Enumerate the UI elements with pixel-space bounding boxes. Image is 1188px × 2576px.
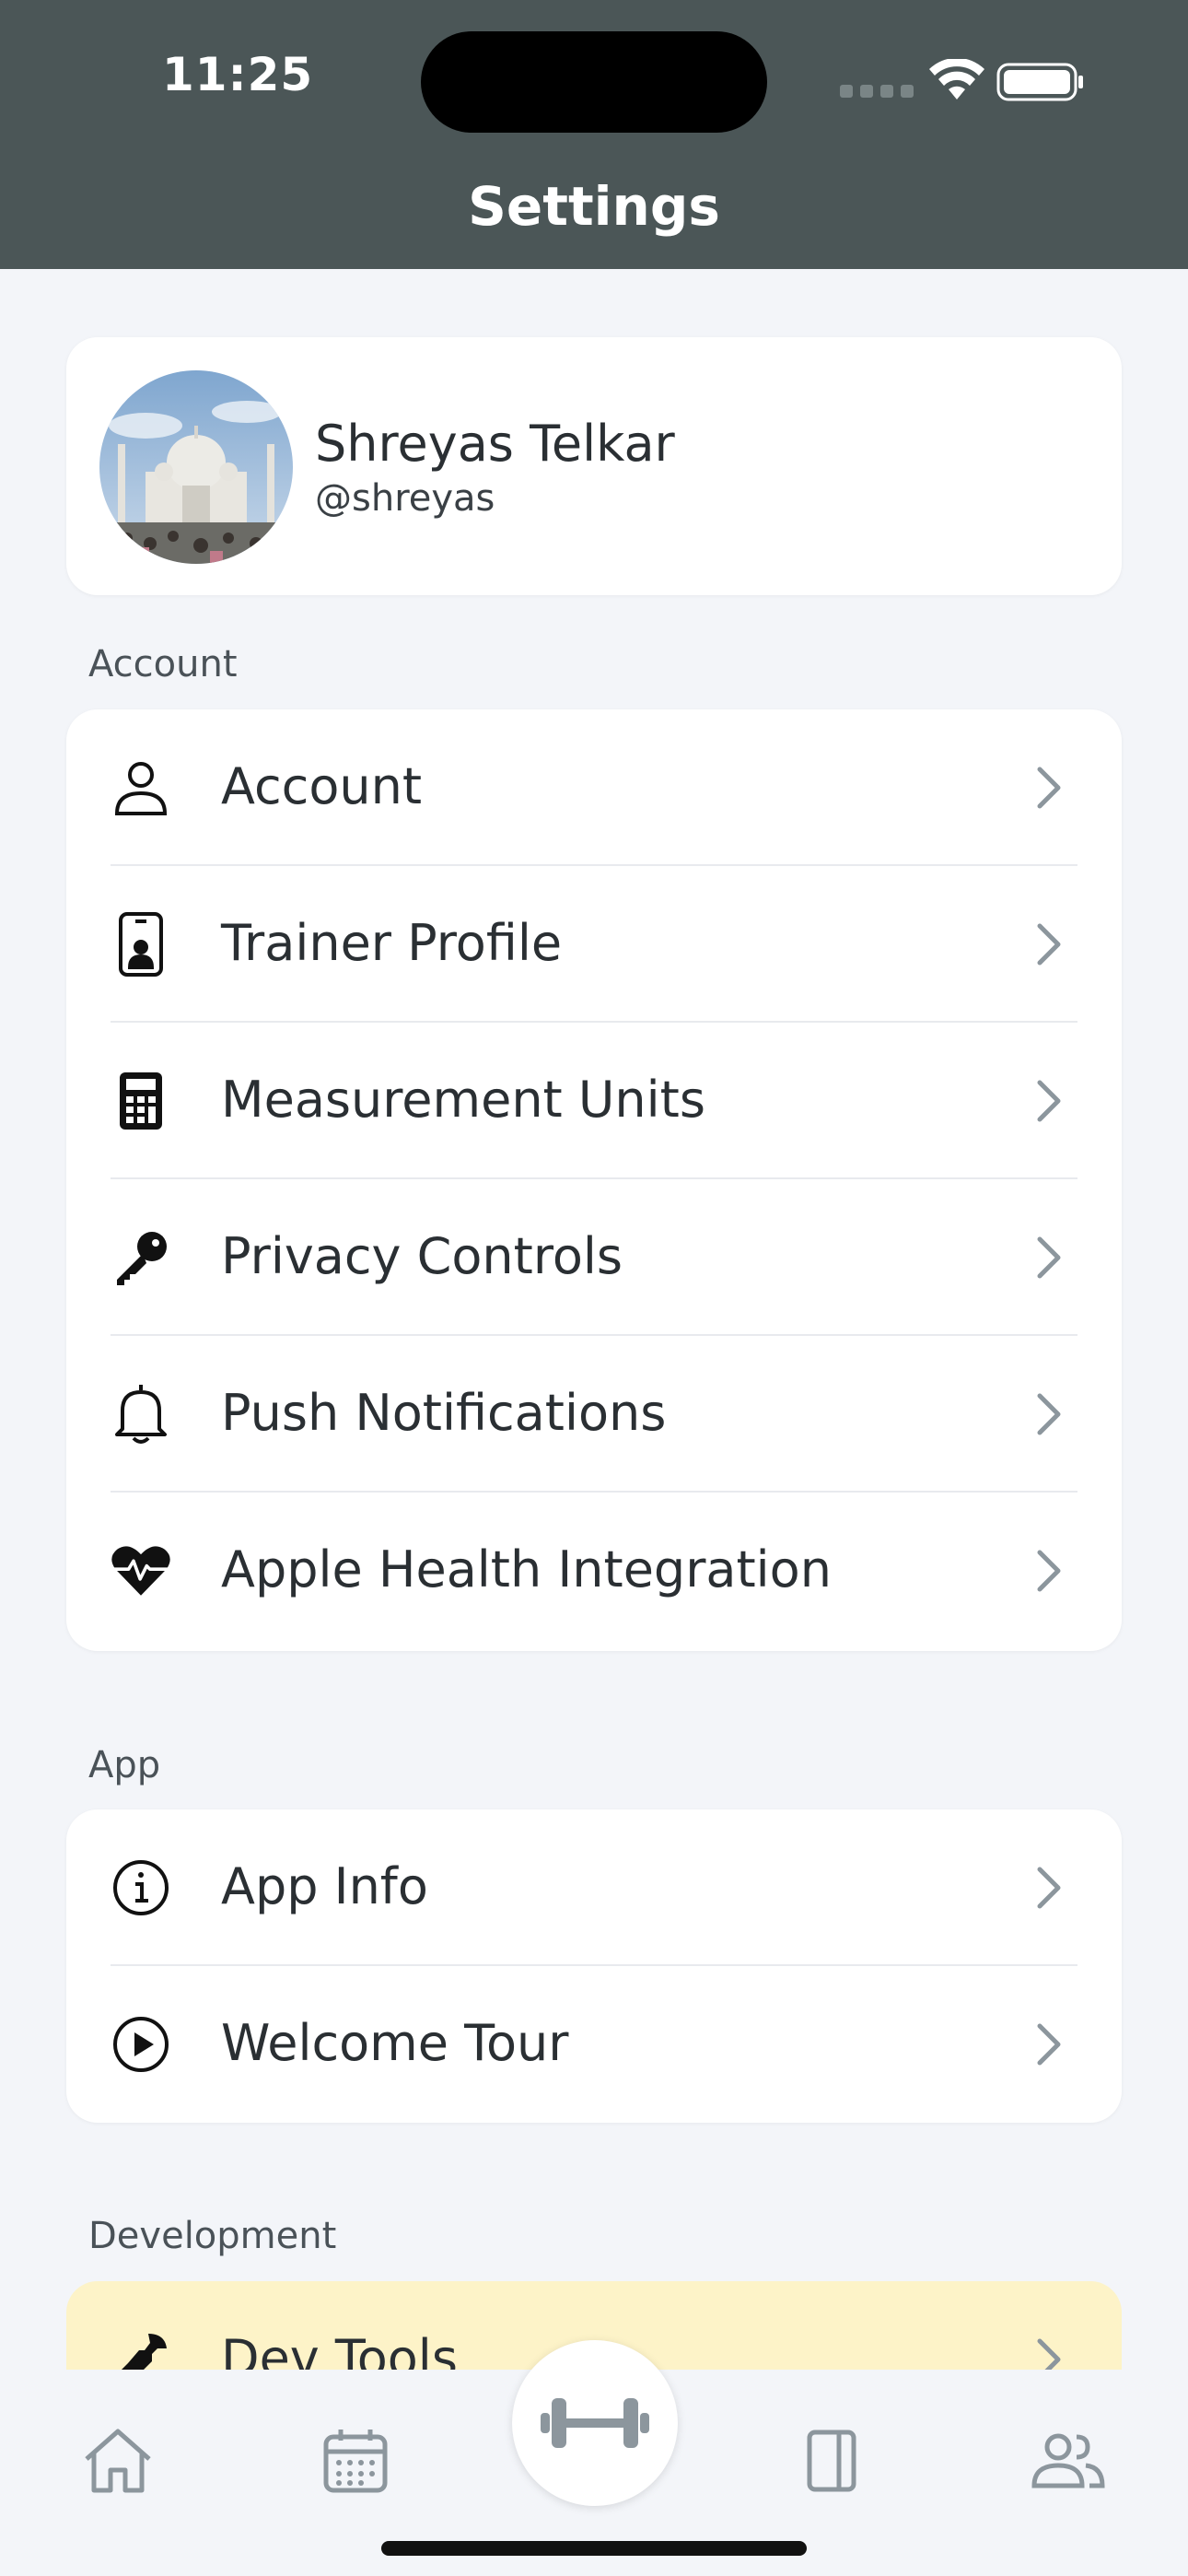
settings-row-label: Measurement Units — [221, 1071, 705, 1129]
settings-row-label: Trainer Profile — [221, 914, 563, 972]
profile-handle: @shreyas — [315, 477, 495, 520]
avatar[interactable] — [99, 370, 293, 564]
settings-row-trainer-profile[interactable]: Trainer Profile — [66, 866, 1122, 1023]
settings-row-label: Welcome Tour — [221, 2014, 569, 2072]
settings-row-push-notifications[interactable]: Push Notifications — [66, 1336, 1122, 1493]
journal-icon — [807, 2430, 856, 2492]
person-icon — [111, 757, 171, 818]
home-icon — [85, 2429, 151, 2493]
heart-pulse-icon — [111, 1540, 171, 1601]
tab-calendar[interactable] — [314, 2419, 397, 2502]
settings-row-label: App Info — [221, 1857, 428, 1915]
settings-row-app-info[interactable]: App Info — [66, 1809, 1122, 1966]
settings-row-label: Apple Health Integration — [221, 1540, 832, 1598]
settings-row-label: Account — [221, 757, 423, 815]
chevron-right-icon — [1037, 1550, 1061, 1592]
chevron-right-icon — [1037, 2023, 1061, 2066]
calculator-icon — [111, 1071, 171, 1131]
settings-row-label: Push Notifications — [221, 1384, 667, 1442]
battery-icon — [996, 63, 1083, 101]
dumbbell-icon — [541, 2398, 649, 2448]
chevron-right-icon — [1037, 923, 1061, 966]
settings-row-measurement-units[interactable]: Measurement Units — [66, 1023, 1122, 1179]
profile-name: Shreyas Telkar — [315, 415, 675, 473]
tab-community[interactable] — [1027, 2419, 1110, 2502]
settings-row-label: Privacy Controls — [221, 1227, 623, 1285]
home-indicator — [381, 2541, 807, 2556]
dynamic-island — [421, 31, 767, 133]
chevron-right-icon — [1037, 1393, 1061, 1435]
wifi-icon — [929, 59, 984, 100]
key-icon — [111, 1227, 171, 1288]
chevron-right-icon — [1037, 1080, 1061, 1122]
tab-workout[interactable] — [512, 2340, 678, 2506]
calendar-icon — [323, 2430, 388, 2493]
settings-row-welcome-tour[interactable]: Welcome Tour — [66, 1966, 1122, 2123]
chevron-right-icon — [1037, 1867, 1061, 1909]
top-header: 11:25 Settings — [0, 0, 1188, 269]
account-settings-list: Account Trainer Profile Measurement Unit… — [66, 709, 1122, 1651]
bell-icon — [111, 1384, 171, 1445]
info-icon — [111, 1857, 171, 1918]
settings-row-privacy-controls[interactable]: Privacy Controls — [66, 1179, 1122, 1336]
profile-card[interactable]: Shreyas Telkar @shreyas — [66, 337, 1122, 595]
section-title-account: Account — [88, 643, 238, 685]
settings-row-account[interactable]: Account — [66, 709, 1122, 866]
chevron-right-icon — [1037, 1236, 1061, 1279]
tab-journal[interactable] — [790, 2419, 873, 2502]
tab-home[interactable] — [76, 2419, 159, 2502]
status-time: 11:25 — [162, 48, 314, 101]
play-circle-icon — [111, 2014, 171, 2075]
id-badge-icon — [111, 912, 171, 977]
page-title: Settings — [468, 175, 720, 238]
people-icon — [1031, 2433, 1105, 2488]
app-settings-list: App Info Welcome Tour — [66, 1809, 1122, 2123]
settings-row-apple-health-integration[interactable]: Apple Health Integration — [66, 1493, 1122, 1649]
section-title-development: Development — [88, 2215, 337, 2257]
cellular-signal-icon — [840, 85, 914, 98]
section-title-app: App — [88, 1744, 161, 1786]
chevron-right-icon — [1037, 767, 1061, 809]
